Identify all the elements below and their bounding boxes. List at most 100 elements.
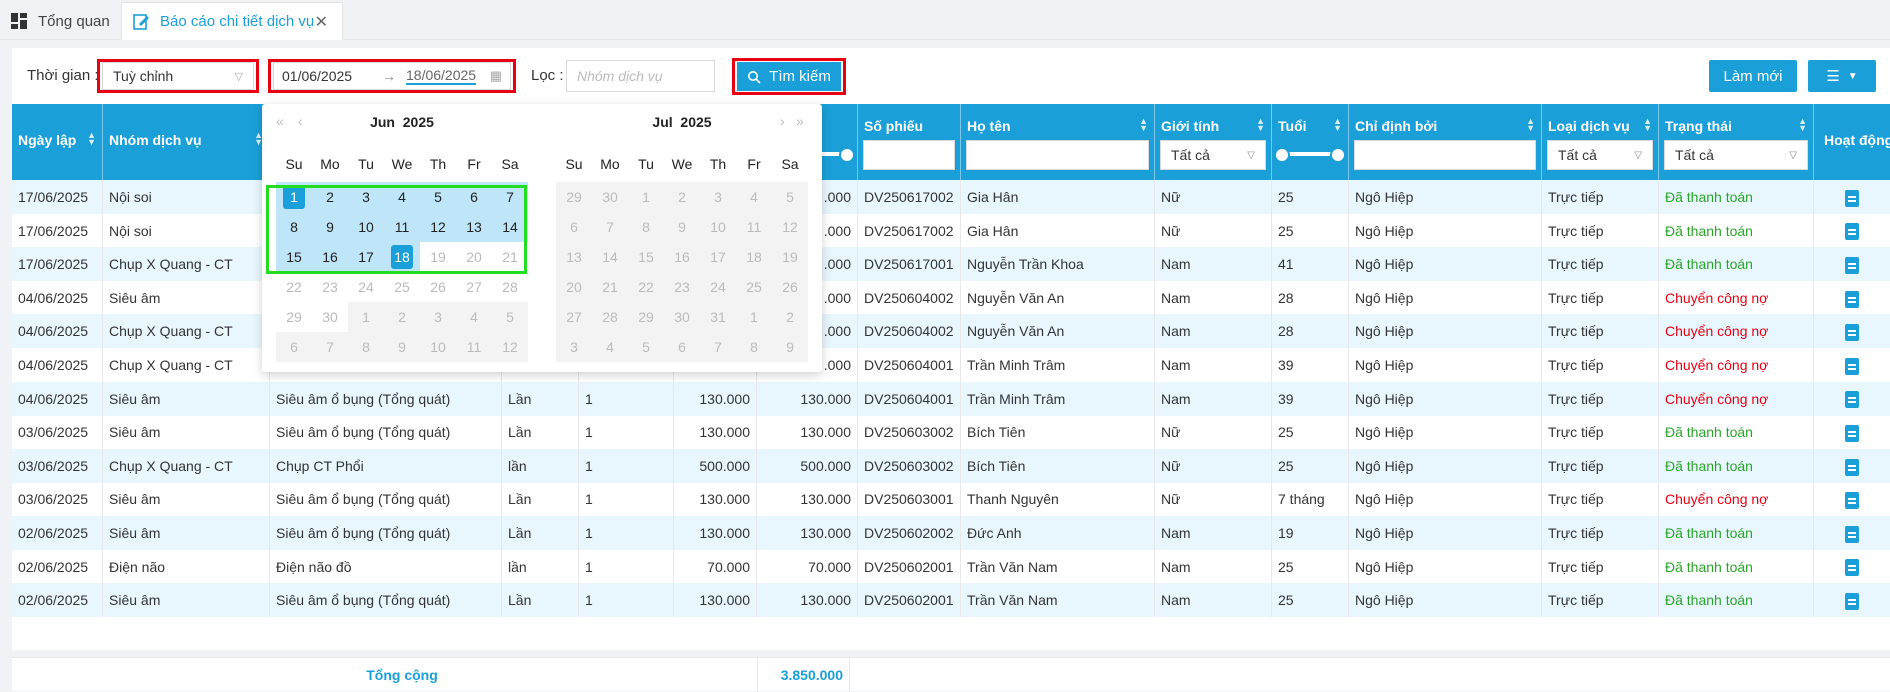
calendar-day[interactable]: 24 bbox=[348, 272, 384, 302]
calendar-day[interactable]: 9 bbox=[664, 212, 700, 242]
right-year-label[interactable]: 2025 bbox=[680, 114, 711, 130]
tab-overview[interactable]: Tổng quan bbox=[0, 2, 118, 40]
view-document-icon[interactable] bbox=[1845, 357, 1859, 375]
calendar-day[interactable]: 25 bbox=[736, 272, 772, 302]
calendar-day[interactable]: 19 bbox=[772, 242, 808, 272]
calendar-day[interactable]: 11 bbox=[456, 332, 492, 362]
calendar-day[interactable]: 3 bbox=[420, 302, 456, 332]
calendar-day[interactable]: 20 bbox=[556, 272, 592, 302]
calendar-day[interactable]: 8 bbox=[276, 212, 312, 242]
sort-icon[interactable]: ▲ ▼ bbox=[1798, 117, 1807, 133]
calendar-day[interactable]: 2 bbox=[772, 302, 808, 332]
calendar-day[interactable]: 1 bbox=[348, 302, 384, 332]
calendar-day[interactable]: 9 bbox=[384, 332, 420, 362]
calendar-day[interactable]: 5 bbox=[772, 182, 808, 212]
calendar-day[interactable]: 14 bbox=[592, 242, 628, 272]
calendar-day[interactable]: 9 bbox=[312, 212, 348, 242]
calendar-day[interactable]: 18 bbox=[736, 242, 772, 272]
sort-icon[interactable]: ▲ ▼ bbox=[1139, 117, 1148, 133]
calendar-day[interactable]: 2 bbox=[384, 302, 420, 332]
left-year-label[interactable]: 2025 bbox=[403, 114, 434, 130]
calendar-day[interactable]: 28 bbox=[492, 272, 528, 302]
calendar-day[interactable]: 26 bbox=[420, 272, 456, 302]
view-document-icon[interactable] bbox=[1845, 525, 1859, 543]
calendar-day[interactable]: 30 bbox=[664, 302, 700, 332]
view-document-icon[interactable] bbox=[1845, 391, 1859, 409]
calendar-day[interactable]: 20 bbox=[456, 242, 492, 272]
calendar-day[interactable]: 5 bbox=[420, 182, 456, 212]
close-icon[interactable]: ✕ bbox=[315, 12, 328, 32]
calendar-day[interactable]: 25 bbox=[384, 272, 420, 302]
view-document-icon[interactable] bbox=[1845, 223, 1859, 241]
calendar-day[interactable]: 15 bbox=[628, 242, 664, 272]
calendar-day[interactable]: 10 bbox=[420, 332, 456, 362]
calendar-day[interactable]: 4 bbox=[592, 332, 628, 362]
calendar-day[interactable]: 13 bbox=[456, 212, 492, 242]
col-header-gender[interactable]: Giới tính ▲ ▼ Tất cả ▽ bbox=[1155, 104, 1272, 180]
calendar-day[interactable]: 16 bbox=[312, 242, 348, 272]
sort-icon[interactable]: ▲ ▼ bbox=[1526, 117, 1535, 133]
age-range-slider[interactable] bbox=[1274, 147, 1346, 163]
view-document-icon[interactable] bbox=[1845, 290, 1859, 308]
view-document-icon[interactable] bbox=[1845, 189, 1859, 207]
assigned-filter-input[interactable] bbox=[1354, 140, 1536, 170]
calendar-day[interactable]: 8 bbox=[736, 332, 772, 362]
calendar-day[interactable]: 30 bbox=[592, 182, 628, 212]
sort-icon[interactable]: ▲ ▼ bbox=[1256, 117, 1265, 133]
calendar-day[interactable]: 4 bbox=[736, 182, 772, 212]
calendar-day[interactable]: 18 bbox=[384, 242, 420, 272]
calendar-day[interactable]: 23 bbox=[664, 272, 700, 302]
calendar-day[interactable]: 6 bbox=[456, 182, 492, 212]
calendar-day[interactable]: 30 bbox=[312, 302, 348, 332]
date-from-input[interactable]: 01/06/2025 bbox=[282, 68, 372, 84]
calendar-day[interactable]: 12 bbox=[772, 212, 808, 242]
calendar-day[interactable]: 11 bbox=[736, 212, 772, 242]
calendar-day[interactable]: 28 bbox=[592, 302, 628, 332]
sort-icon[interactable]: ▲ ▼ bbox=[1333, 117, 1342, 133]
calendar-day[interactable]: 22 bbox=[276, 272, 312, 302]
calendar-day[interactable]: 13 bbox=[556, 242, 592, 272]
date-range-picker[interactable]: 01/06/2025 → 18/06/2025 ▦ bbox=[273, 62, 511, 90]
tab-service-report[interactable]: Báo cáo chi tiết dịch vụ ✕ bbox=[121, 2, 343, 40]
view-document-icon[interactable] bbox=[1845, 458, 1859, 476]
calendar-day[interactable]: 27 bbox=[556, 302, 592, 332]
col-header-ticket[interactable]: Số phiếu bbox=[858, 104, 961, 180]
view-document-icon[interactable] bbox=[1845, 324, 1859, 342]
view-document-icon[interactable] bbox=[1845, 492, 1859, 510]
refresh-button[interactable]: Làm mới bbox=[1709, 60, 1797, 92]
sort-icon[interactable]: ▲ ▼ bbox=[1643, 117, 1652, 133]
calendar-day[interactable]: 15 bbox=[276, 242, 312, 272]
calendar-day[interactable]: 11 bbox=[384, 212, 420, 242]
column-menu-button[interactable]: ☰ ▼ bbox=[1808, 60, 1876, 92]
calendar-day[interactable]: 22 bbox=[628, 272, 664, 302]
search-button[interactable]: Tìm kiếm bbox=[737, 62, 841, 91]
calendar-day[interactable]: 7 bbox=[700, 332, 736, 362]
calendar-day[interactable]: 3 bbox=[556, 332, 592, 362]
calendar-day[interactable]: 10 bbox=[348, 212, 384, 242]
calendar-day[interactable]: 8 bbox=[348, 332, 384, 362]
calendar-day[interactable]: 3 bbox=[700, 182, 736, 212]
col-header-name[interactable]: Họ tên ▲ ▼ bbox=[961, 104, 1155, 180]
calendar-day[interactable]: 27 bbox=[456, 272, 492, 302]
date-to-input[interactable]: 18/06/2025 bbox=[406, 67, 477, 85]
right-month-label[interactable]: Jul bbox=[652, 114, 672, 130]
calendar-day[interactable]: 6 bbox=[276, 332, 312, 362]
view-document-icon[interactable] bbox=[1845, 592, 1859, 610]
calendar-day[interactable]: 29 bbox=[276, 302, 312, 332]
calendar-day[interactable]: 1 bbox=[628, 182, 664, 212]
status-filter-select[interactable]: Tất cả ▽ bbox=[1664, 140, 1808, 170]
col-header-type[interactable]: Loại dịch vụ ▲ ▼ Tất cả ▽ bbox=[1542, 104, 1659, 180]
name-filter-input[interactable] bbox=[966, 140, 1149, 170]
calendar-day[interactable]: 16 bbox=[664, 242, 700, 272]
type-filter-select[interactable]: Tất cả ▽ bbox=[1547, 140, 1653, 170]
view-document-icon[interactable] bbox=[1845, 559, 1859, 577]
calendar-day[interactable]: 6 bbox=[664, 332, 700, 362]
calendar-day[interactable]: 1 bbox=[736, 302, 772, 332]
calendar-day[interactable]: 19 bbox=[420, 242, 456, 272]
calendar-day[interactable]: 7 bbox=[592, 212, 628, 242]
col-header-assigned[interactable]: Chỉ định bởi ▲ ▼ bbox=[1349, 104, 1542, 180]
calendar-day[interactable]: 4 bbox=[384, 182, 420, 212]
calendar-day[interactable]: 5 bbox=[492, 302, 528, 332]
ticket-filter-input[interactable] bbox=[863, 140, 955, 170]
calendar-day[interactable]: 29 bbox=[628, 302, 664, 332]
